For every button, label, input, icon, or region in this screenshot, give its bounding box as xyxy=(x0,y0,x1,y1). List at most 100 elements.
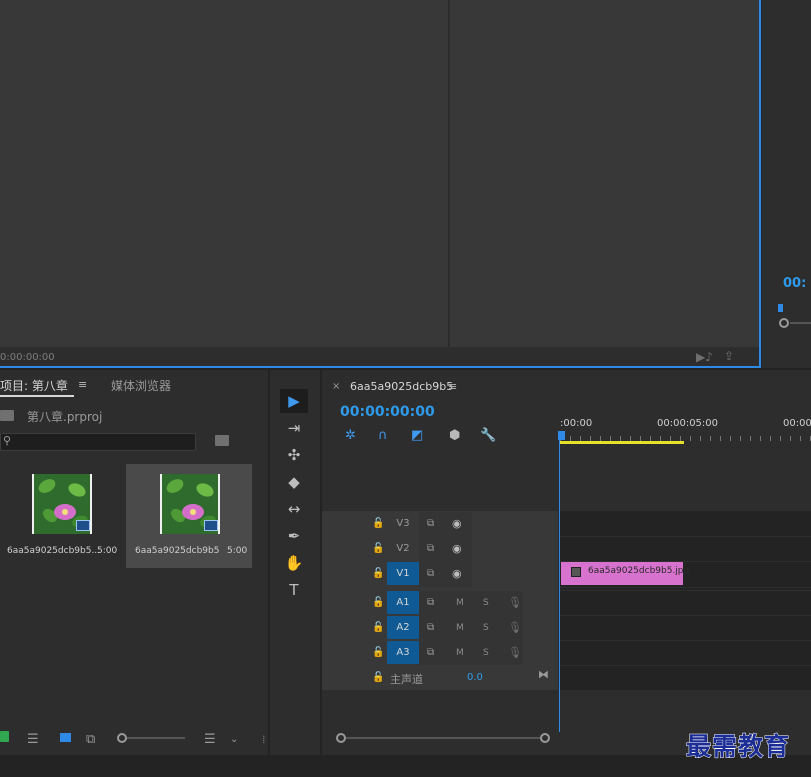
program-monitor-playhead[interactable] xyxy=(778,304,783,312)
type-tool-icon[interactable]: T xyxy=(280,578,308,602)
icon-view-icon[interactable] xyxy=(60,733,71,742)
ripple-edit-tool-icon[interactable]: ✣ xyxy=(280,443,308,467)
chevron-down-icon[interactable]: ⌄ xyxy=(230,734,238,745)
track-separator xyxy=(560,536,811,537)
project-item-name: 6aa5a9025dcb9b5 xyxy=(135,546,220,556)
linked-selection-icon[interactable]: ◩ xyxy=(411,428,423,443)
write-lock-icon[interactable] xyxy=(0,731,9,742)
mute-button[interactable]: M xyxy=(456,598,464,608)
media-browser-tab[interactable]: 媒体浏览器 xyxy=(111,377,171,394)
project-filename: 第八章.prproj xyxy=(27,410,103,424)
sync-lock-icon[interactable]: ⧉ xyxy=(427,622,434,633)
panel-divider: ⁞ xyxy=(262,733,266,746)
nest-sequence-icon[interactable]: ✲ xyxy=(345,428,356,443)
track-name-v2[interactable]: V2 xyxy=(387,537,419,560)
microphone-icon[interactable]: 🎙 xyxy=(508,621,522,634)
sync-lock-icon[interactable]: ⧉ xyxy=(427,647,434,658)
program-zoom-handle[interactable] xyxy=(779,318,789,328)
lock-icon[interactable]: 🔓 xyxy=(372,597,384,608)
mute-button[interactable]: M xyxy=(456,648,464,658)
active-panel-border-bottom xyxy=(0,366,761,368)
sync-lock-icon[interactable]: ⧉ xyxy=(427,518,434,529)
folder-icon xyxy=(0,410,14,421)
list-view-icon[interactable]: ☰ xyxy=(27,732,39,747)
track-separator xyxy=(560,590,811,591)
track-name-v3[interactable]: V3 xyxy=(387,512,419,535)
wrench-icon[interactable]: 🔧 xyxy=(480,428,496,443)
playhead-line xyxy=(559,440,560,732)
find-in-bin-icon[interactable] xyxy=(215,435,229,446)
image-badge-icon xyxy=(204,520,218,531)
work-area-bar[interactable] xyxy=(560,441,684,444)
timeline-timecode[interactable]: 00:00:00:00 xyxy=(340,404,435,420)
active-panel-border xyxy=(759,0,761,368)
playhead-handle[interactable] xyxy=(558,431,565,440)
hand-tool-icon[interactable]: ✋ xyxy=(280,551,308,575)
track-select-tool-icon[interactable]: ⇥ xyxy=(280,416,308,440)
sequence-tab[interactable]: 6aa5a9025dcb9b5 xyxy=(350,380,453,393)
microphone-icon[interactable]: 🎙 xyxy=(508,596,522,609)
source-monitor-frame[interactable] xyxy=(0,0,449,347)
track-name-a1[interactable]: A1 xyxy=(387,591,419,614)
mute-button[interactable]: M xyxy=(456,623,464,633)
add-marker-icon[interactable]: ⬢ xyxy=(449,428,460,443)
lock-icon[interactable]: 🔓 xyxy=(372,647,384,658)
clip-name: 6aa5a9025dcb9b5.jpg xyxy=(588,566,690,576)
program-zoom-bar[interactable] xyxy=(790,322,811,324)
track-separator xyxy=(560,615,811,616)
eye-icon[interactable]: ◉ xyxy=(452,517,462,530)
track-separator xyxy=(560,587,811,588)
thumbnail-zoom-handle[interactable] xyxy=(117,733,127,743)
selection-tool-icon[interactable]: ▶ xyxy=(280,389,308,413)
project-item[interactable]: 6aa5a9025dcb9b5... 5:00 xyxy=(0,464,124,568)
track-name-a2[interactable]: A2 xyxy=(387,616,419,639)
track-separator xyxy=(560,640,811,641)
project-search-input[interactable] xyxy=(0,433,196,451)
source-monitor-timecode: 0:00:00:00 xyxy=(0,352,55,363)
eye-icon[interactable]: ◉ xyxy=(452,567,462,580)
razor-tool-icon[interactable]: ◆ xyxy=(280,470,308,494)
timeline-zoom-handle-left[interactable] xyxy=(336,733,346,743)
microphone-icon[interactable]: 🎙 xyxy=(508,646,522,659)
thumbnail-zoom-slider[interactable] xyxy=(127,737,185,739)
track-name-a3[interactable]: A3 xyxy=(387,641,419,664)
lock-icon[interactable]: 🔓 xyxy=(372,672,384,683)
program-monitor xyxy=(762,0,811,368)
lock-icon[interactable]: 🔓 xyxy=(372,568,384,579)
master-volume-value[interactable]: 0.0 xyxy=(467,672,483,683)
export-frame-icon[interactable]: ⇪ xyxy=(724,349,734,363)
solo-button[interactable]: S xyxy=(483,648,489,658)
ruler-label: 00:00:05:00 xyxy=(657,418,719,429)
project-item-duration: 5:00 xyxy=(227,546,248,556)
project-panel-menu-icon[interactable]: ≡ xyxy=(78,378,87,391)
snap-magnet-icon[interactable]: ∩ xyxy=(378,428,388,443)
go-to-in-out-icon[interactable]: ⧓ xyxy=(538,668,549,681)
sort-icon[interactable]: ☰ xyxy=(204,732,216,747)
timeline-zoom-scrollbar[interactable] xyxy=(346,737,540,739)
solo-button[interactable]: S xyxy=(483,598,489,608)
sync-lock-icon[interactable]: ⧉ xyxy=(427,568,434,579)
project-tab[interactable]: 项目: 第八章 xyxy=(0,377,68,394)
source-monitor-viewer[interactable] xyxy=(450,0,759,347)
sync-lock-icon[interactable]: ⧉ xyxy=(427,597,434,608)
project-item-selected[interactable]: 6aa5a9025dcb9b5 5:00 xyxy=(126,464,252,568)
timeline-menu-icon[interactable]: ≡ xyxy=(448,380,457,393)
sync-lock-icon[interactable]: ⧉ xyxy=(427,543,434,554)
audio-only-icon[interactable]: ▶♪ xyxy=(696,350,713,364)
track-separator xyxy=(560,665,811,666)
timeline-zoom-handle-right[interactable] xyxy=(540,733,550,743)
slip-tool-icon[interactable]: ↔ xyxy=(280,497,308,521)
track-name-v1[interactable]: V1 xyxy=(387,562,419,585)
solo-button[interactable]: S xyxy=(483,623,489,633)
lock-icon[interactable]: 🔓 xyxy=(372,543,384,554)
eye-icon[interactable]: ◉ xyxy=(452,542,462,555)
pen-tool-icon[interactable]: ✒ xyxy=(280,524,308,548)
freeform-view-icon[interactable]: ⧉ xyxy=(86,732,95,747)
lock-icon[interactable]: 🔓 xyxy=(372,622,384,633)
project-tab-underline xyxy=(0,395,74,397)
close-icon[interactable]: × xyxy=(332,381,340,392)
lock-icon[interactable]: 🔓 xyxy=(372,518,384,529)
track-area[interactable] xyxy=(560,511,811,690)
ruler-label: 00:00 xyxy=(783,418,811,429)
ruler-label: :00:00 xyxy=(560,418,593,429)
